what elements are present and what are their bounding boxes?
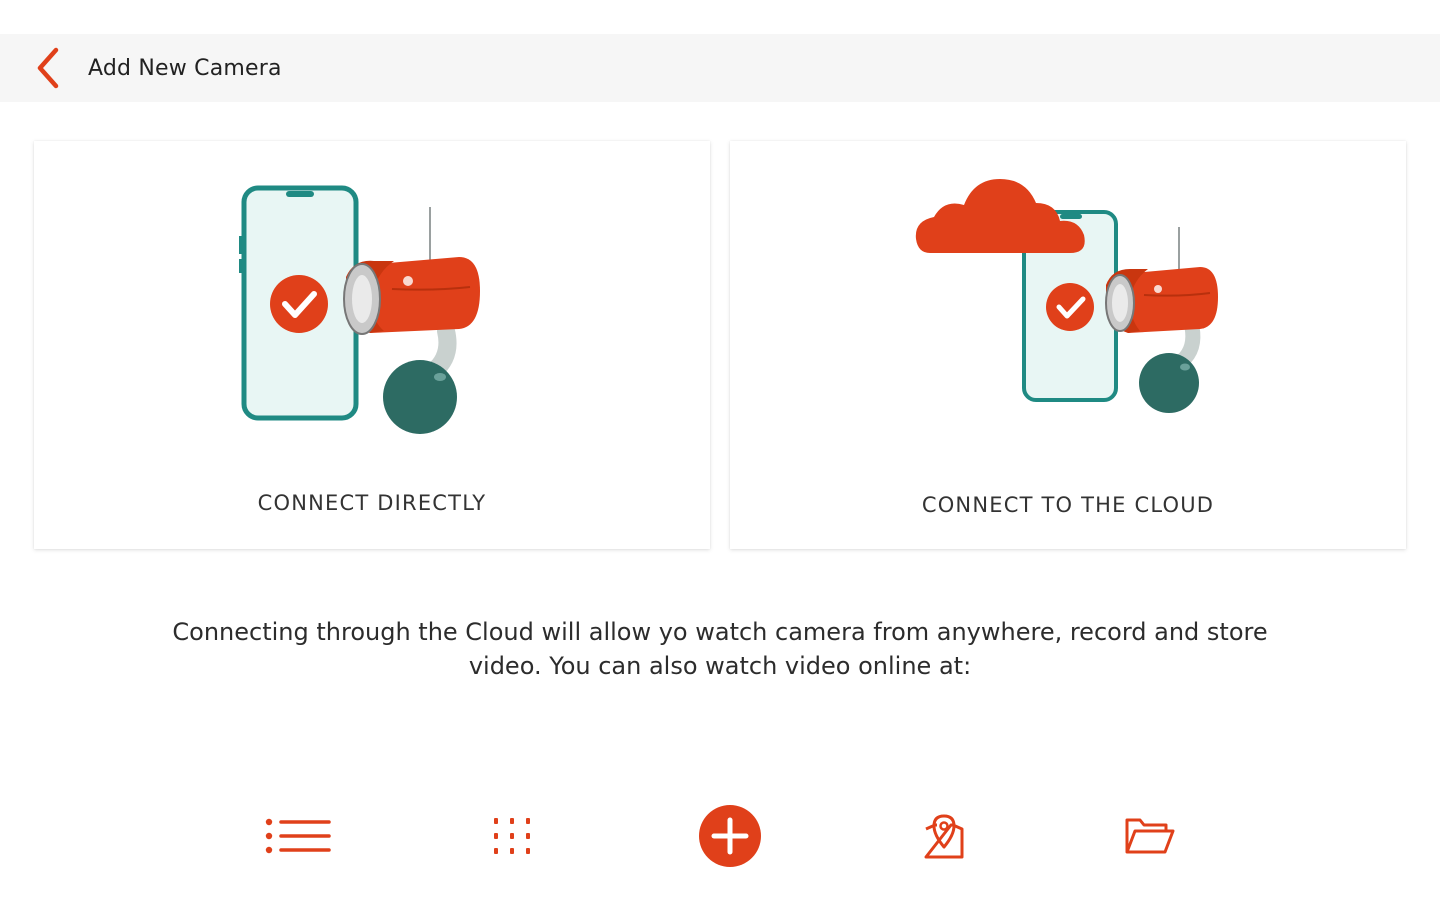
connect-directly-card[interactable]: CONNECT DIRECTLY xyxy=(34,141,710,549)
cloud-info-text: Connecting through the Cloud will allow … xyxy=(172,618,1268,680)
list-icon xyxy=(265,818,331,854)
folder-icon xyxy=(1125,818,1175,854)
connect-directly-label: CONNECT DIRECTLY xyxy=(257,491,487,515)
chevron-left-icon xyxy=(37,47,59,89)
map-pin-icon xyxy=(924,814,964,859)
connect-cloud-label: CONNECT TO THE CLOUD xyxy=(921,493,1215,517)
top-bar: Add New Camera xyxy=(0,34,1440,102)
grid-icon xyxy=(494,818,530,854)
nav-location-button[interactable] xyxy=(904,800,984,872)
nav-grid-button[interactable] xyxy=(475,800,555,872)
page-title: Add New Camera xyxy=(88,56,282,81)
phone-camera-illustration xyxy=(239,185,480,434)
nav-list-button[interactable] xyxy=(258,800,338,872)
nav-add-button[interactable] xyxy=(690,800,770,872)
back-button[interactable] xyxy=(28,46,68,90)
add-icon xyxy=(699,805,761,867)
cloud-phone-camera-illustration xyxy=(915,179,1218,413)
connect-cloud-card[interactable]: CONNECT TO THE CLOUD xyxy=(730,141,1406,549)
nav-folder-button[interactable] xyxy=(1110,800,1190,872)
